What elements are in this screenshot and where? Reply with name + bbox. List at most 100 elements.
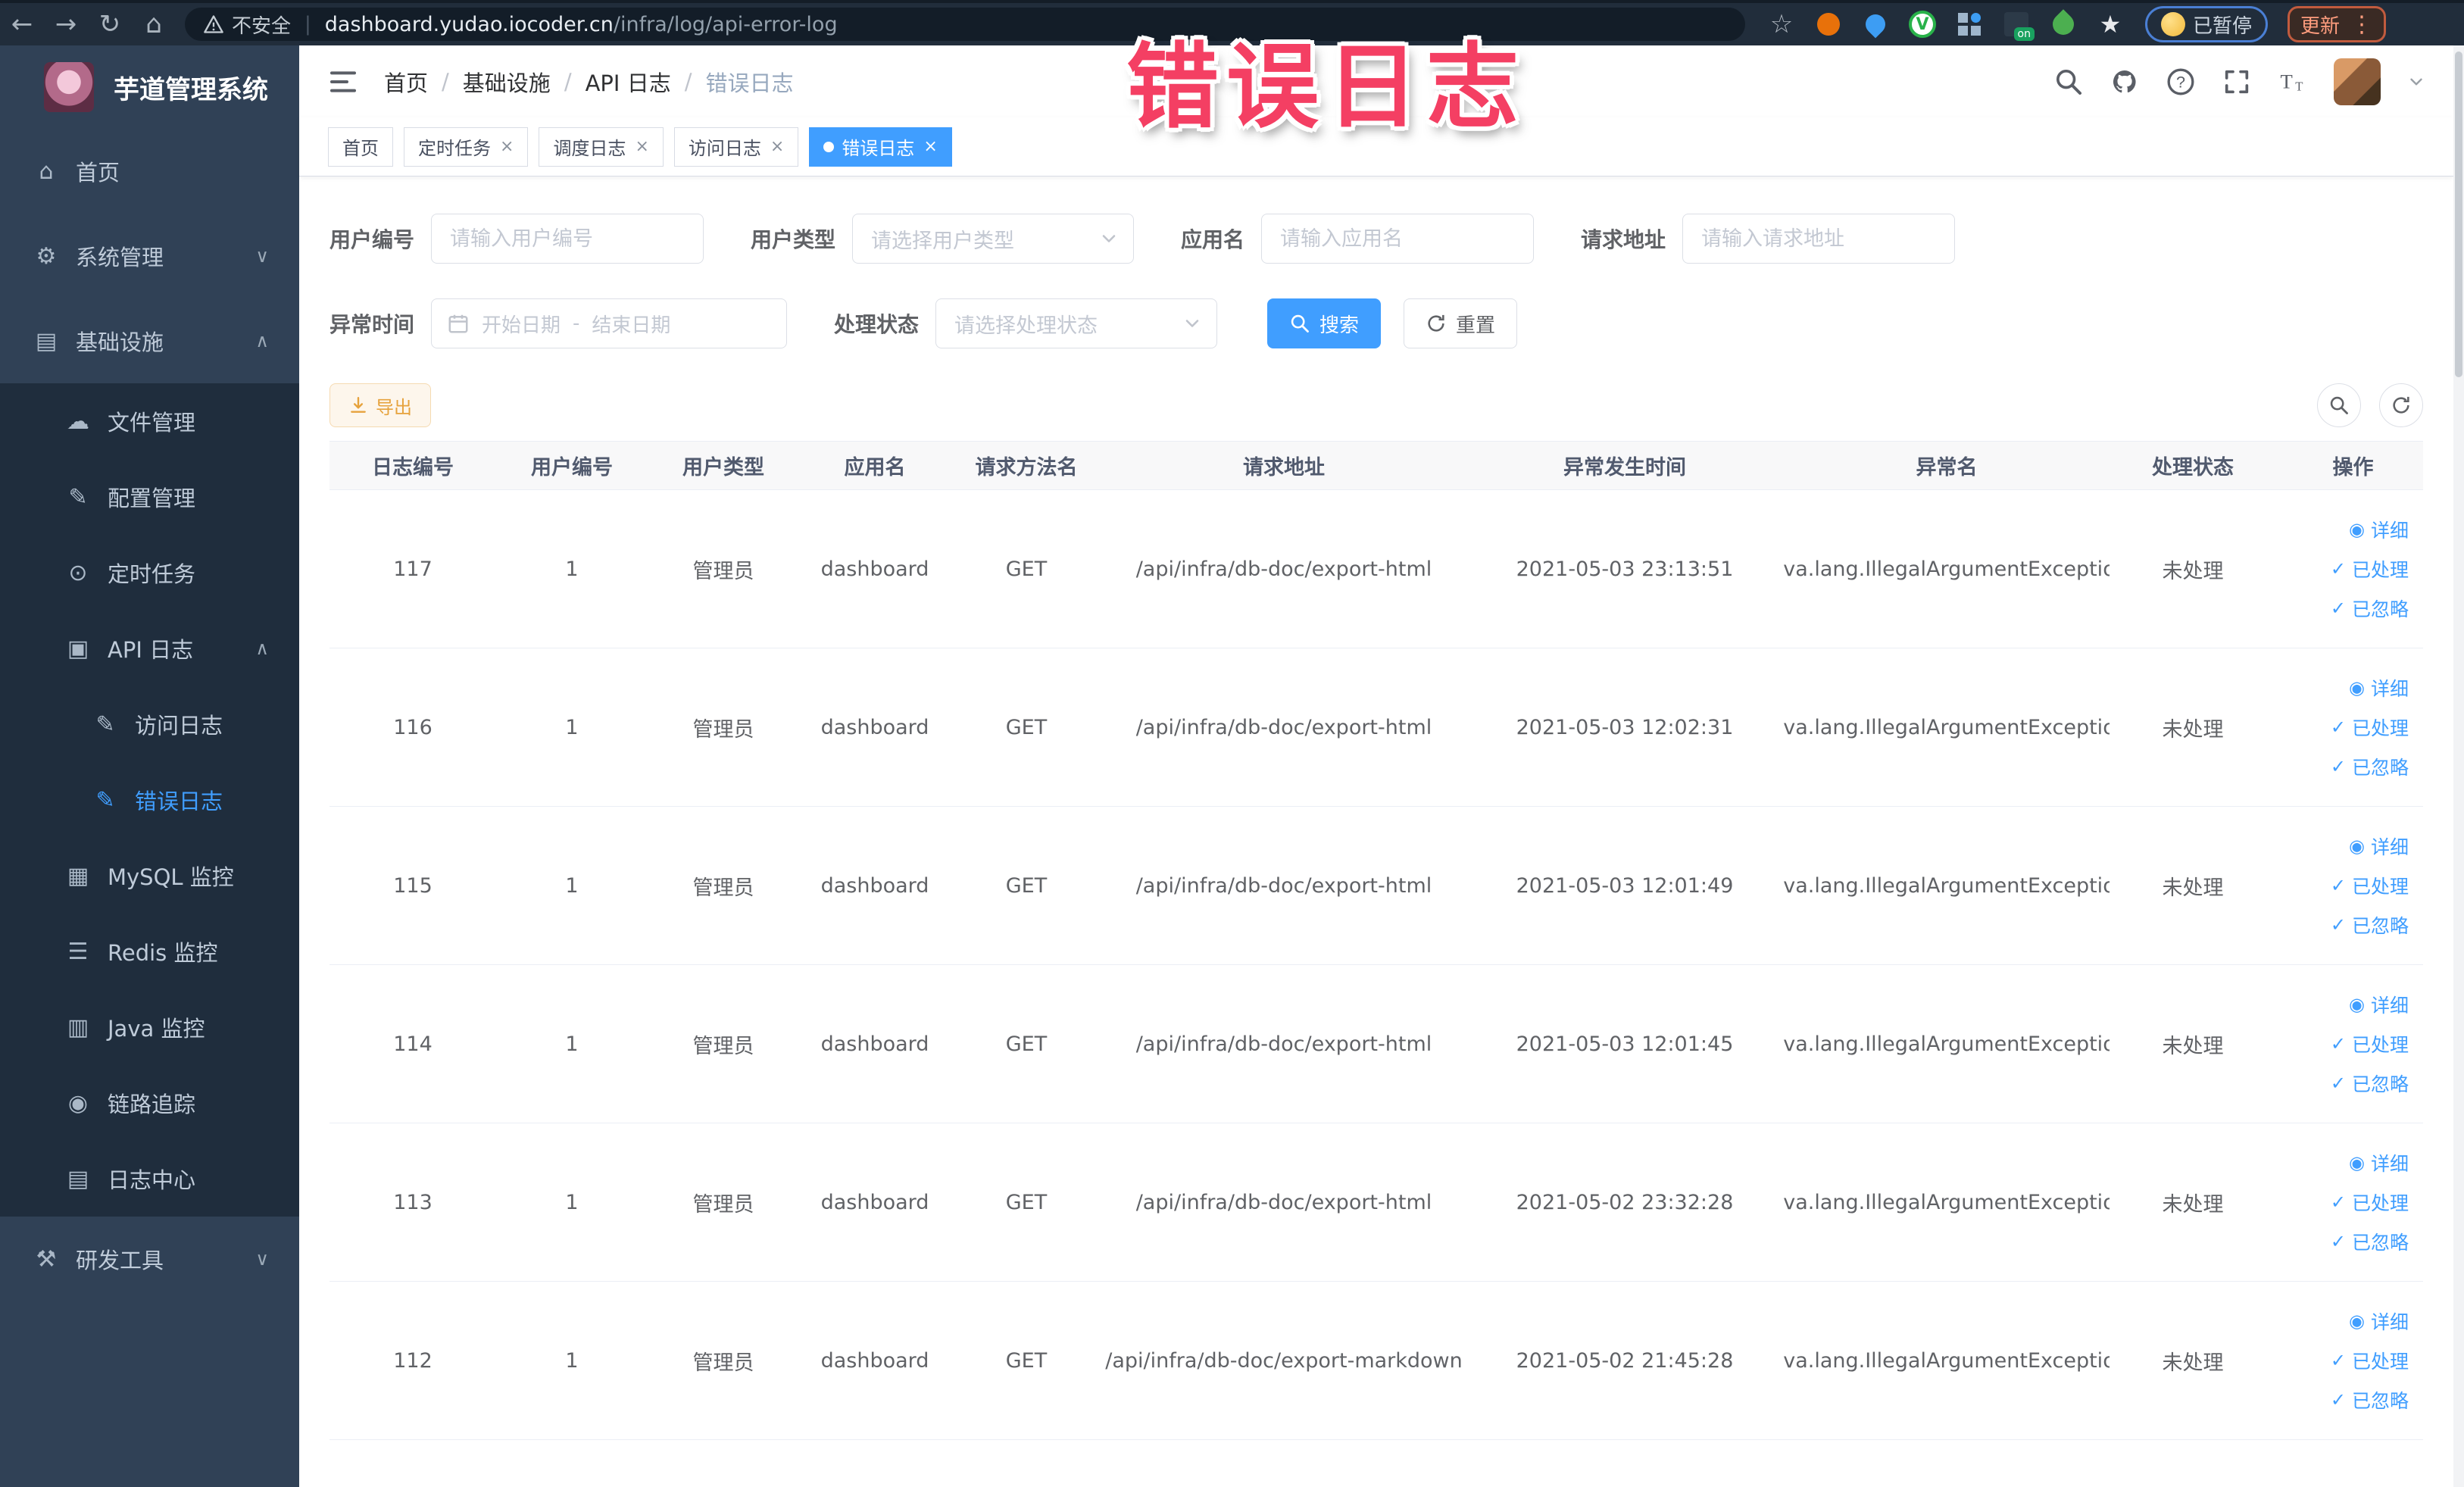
redis-monitor-icon: ☰ [67,938,89,965]
detail-link[interactable]: ◉ 详细 [2349,833,2409,860]
extension-pin-icon[interactable] [1861,10,1890,39]
bookmark-star-icon[interactable]: ☆ [1768,9,1795,39]
breadcrumb-item[interactable]: API 日志 [586,66,671,98]
sidebar-item[interactable]: ✎ 访问日志 [0,686,299,762]
export-button[interactable]: 导出 [329,383,431,427]
extension-orange-icon[interactable] [1815,11,1842,38]
reset-button[interactable]: 重置 [1404,298,1518,348]
detail-link[interactable]: ◉ 详细 [2349,516,2409,543]
extension-v-icon[interactable]: V [1909,11,1936,38]
cell-app-name: dashboard [820,1032,929,1056]
sidebar-item[interactable]: ▤ 基础设施 ∧ [0,298,299,383]
chevron-down-icon: ∨ [255,1248,269,1270]
page-scrollbar[interactable] [2453,45,2464,1487]
extension-on-badge-icon[interactable]: on [2003,11,2035,41]
address-bar[interactable]: 不安全 | dashboard.yudao.iocoder.cn/infra/l… [185,8,1745,41]
tab-item[interactable]: 访问日志 × [673,127,799,167]
ignored-link[interactable]: ✓ 已忽略 [2331,1386,2409,1414]
date-range-picker[interactable]: 开始日期 - 结束日期 [431,298,788,348]
tags-view-bar: 首页 定时任务 × 调度日志 × 访问日志 × 错误日志 × [299,117,2453,177]
sidebar-item[interactable]: ⌂ 首页 [0,129,299,214]
refresh-table-button[interactable] [2379,383,2423,427]
detail-link[interactable]: ◉ 详细 [2349,674,2409,701]
app-name-input[interactable] [1261,214,1535,264]
processed-link[interactable]: ✓ 已处理 [2331,714,2409,741]
sidebar-item[interactable]: ⚒ 研发工具 ∨ [0,1217,299,1301]
detail-link-label: 详细 [2370,678,2409,700]
tab-close-icon[interactable]: × [635,137,648,156]
processed-link[interactable]: ✓ 已处理 [2331,1189,2409,1216]
sidebar-item[interactable]: ▥ Java 监控 [0,989,299,1065]
tab-item[interactable]: 调度日志 × [539,127,664,167]
filter-row-1: 用户编号 用户类型 请选择用户类型 应用名 请求地址 [329,214,2423,264]
extension-leaf-icon[interactable] [2048,9,2078,39]
sidebar-item[interactable]: ⚙ 系统管理 ∨ [0,214,299,298]
browser-update-button[interactable]: 更新 ⋮ [2288,6,2387,42]
sidebar-item[interactable]: ▣ API 日志 ∧ [0,611,299,686]
browser-home-icon[interactable]: ⌂ [132,9,176,39]
user-avatar[interactable] [2334,58,2381,105]
sidebar-item[interactable]: ▤ 日志中心 [0,1141,299,1217]
processed-link[interactable]: ✓ 已处理 [2331,1030,2409,1057]
sidebar-item-label: 文件管理 [108,410,196,436]
cell-method: GET [1005,1032,1048,1056]
paused-extension-pill[interactable]: 已暂停 [2145,6,2269,42]
processed-link[interactable]: ✓ 已处理 [2331,1347,2409,1374]
browser-reload-icon[interactable]: ↻ [88,9,132,39]
tab-item[interactable]: 定时任务 × [404,127,529,167]
hamburger-icon[interactable] [326,67,360,97]
font-size-icon[interactable] [2278,67,2308,97]
app-logo-row[interactable]: 芋道管理系统 [0,45,299,129]
tab-close-icon[interactable]: × [500,137,514,156]
log-center-icon: ▤ [67,1165,89,1192]
ignored-link[interactable]: ✓ 已忽略 [2331,911,2409,939]
sidebar-item[interactable]: ☰ Redis 监控 [0,914,299,989]
security-status[interactable]: 不安全 [203,11,291,39]
github-icon[interactable] [2110,67,2140,97]
detail-link[interactable]: ◉ 详细 [2349,991,2409,1018]
extension-star-icon[interactable]: ★ [2097,10,2124,39]
ignored-link[interactable]: ✓ 已忽略 [2331,753,2409,780]
cell-log-id: 114 [393,1032,433,1056]
tab-close-icon[interactable]: × [770,137,784,156]
request-url-input[interactable] [1682,214,1956,264]
user-type-select[interactable]: 请选择用户类型 [852,214,1135,264]
filter-exception-time: 异常时间 开始日期 - 结束日期 [329,298,788,348]
ignored-link[interactable]: ✓ 已忽略 [2331,595,2409,622]
fullscreen-icon[interactable] [2222,67,2252,97]
browser-menu-icon[interactable]: ⋮ [2350,11,2373,38]
sidebar-item-label: API 日志 [108,637,194,663]
breadcrumb-item[interactable]: 首页 [384,66,428,98]
filter-row-2: 异常时间 开始日期 - 结束日期 处理状态 请选择处理状态 搜索 重置 [329,298,2423,348]
sidebar-item[interactable]: ⊙ 定时任务 [0,535,299,611]
process-status-select[interactable]: 请选择处理状态 [935,298,1218,348]
detail-link[interactable]: ◉ 详细 [2349,1307,2409,1335]
help-icon[interactable] [2166,67,2196,97]
sidebar-item-active[interactable]: ✎ 错误日志 [0,762,299,838]
mysql-monitor-icon: ▦ [67,862,89,889]
ignored-link[interactable]: ✓ 已忽略 [2331,1228,2409,1255]
breadcrumb-item[interactable]: 基础设施 [463,66,551,98]
eye-icon: ◉ [2349,519,2365,540]
sidebar-item[interactable]: ☁ 文件管理 [0,383,299,459]
sidebar-item[interactable]: ▦ MySQL 监控 [0,838,299,914]
search-button[interactable]: 搜索 [1267,298,1382,348]
extension-grid-icon[interactable] [1956,11,1983,38]
browser-back-icon[interactable]: ← [0,9,44,39]
toggle-search-button[interactable] [2317,383,2361,427]
processed-link[interactable]: ✓ 已处理 [2331,555,2409,583]
user-id-input[interactable] [431,214,704,264]
error-log-table: 日志编号 用户编号 用户类型 应用名 请求方法名 请求地址 异常发生时间 异常名 处理状态 操作 … [329,441,2423,1440]
ignored-link[interactable]: ✓ 已忽略 [2331,1070,2409,1097]
sidebar-item[interactable]: ◉ 链路追踪 [0,1065,299,1141]
header-search-icon[interactable] [2053,67,2084,97]
browser-forward-icon[interactable]: → [44,9,88,39]
processed-link[interactable]: ✓ 已处理 [2331,872,2409,899]
sidebar-item[interactable]: ✎ 配置管理 [0,459,299,535]
tab-active[interactable]: 错误日志 × [809,127,952,167]
avatar-caret-down-icon[interactable] [2406,72,2426,92]
tab-item[interactable]: 首页 [328,127,393,167]
detail-link[interactable]: ◉ 详细 [2349,1149,2409,1176]
tab-close-icon[interactable]: × [923,137,937,156]
scrollbar-thumb[interactable] [2455,52,2462,377]
